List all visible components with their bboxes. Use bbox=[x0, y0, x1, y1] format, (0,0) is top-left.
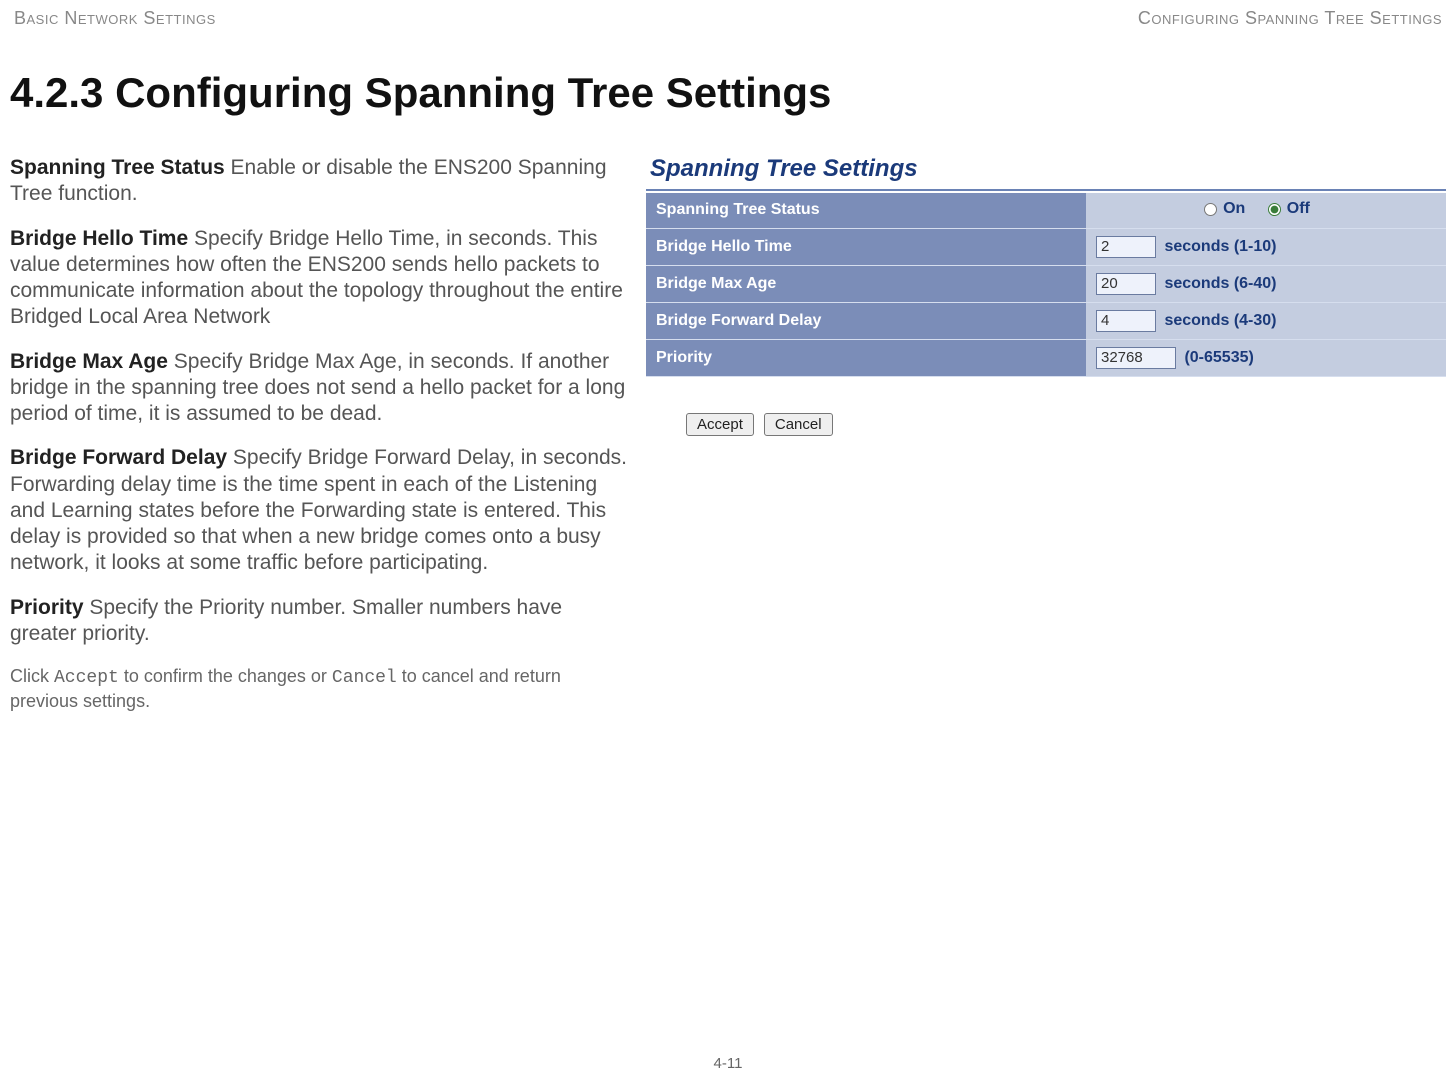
unit-priority: (0-65535) bbox=[1184, 349, 1253, 366]
footer-note-cancel: Cancel bbox=[332, 668, 397, 688]
accept-button[interactable]: Accept bbox=[686, 413, 754, 436]
row-priority: Priority (0-65535) bbox=[646, 339, 1446, 376]
label-priority: Priority bbox=[646, 339, 1086, 376]
label-maxage: Bridge Max Age bbox=[646, 265, 1086, 302]
radio-off-wrap[interactable]: Off bbox=[1268, 200, 1310, 218]
desc-priority: Specify the Priority number. Smaller num… bbox=[10, 596, 562, 645]
header-right: Configuring Spanning Tree Settings bbox=[1138, 8, 1442, 29]
footer-note-accept: Accept bbox=[54, 668, 119, 688]
radio-on-label: On bbox=[1223, 200, 1245, 218]
label-fwd: Bridge Forward Delay bbox=[646, 302, 1086, 339]
label-hello: Bridge Hello Time bbox=[646, 228, 1086, 265]
header-left: Basic Network Settings bbox=[14, 8, 216, 29]
term-priority: Priority bbox=[10, 596, 84, 619]
row-hello: Bridge Hello Time seconds (1-10) bbox=[646, 228, 1446, 265]
row-fwd: Bridge Forward Delay seconds (4-30) bbox=[646, 302, 1446, 339]
input-hello[interactable] bbox=[1096, 236, 1156, 258]
cancel-button[interactable]: Cancel bbox=[764, 413, 833, 436]
page-number: 4-11 bbox=[0, 1055, 1456, 1072]
input-fwd[interactable] bbox=[1096, 310, 1156, 332]
description-column: Spanning Tree Status Enable or disable t… bbox=[10, 155, 628, 714]
settings-panel: Spanning Tree Settings Spanning Tree Sta… bbox=[646, 155, 1446, 714]
settings-table: Spanning Tree Status On Off Bridge Hello… bbox=[646, 193, 1446, 377]
term-fwd: Bridge Forward Delay bbox=[10, 446, 227, 469]
footer-note-pre: Click bbox=[10, 666, 54, 686]
unit-maxage: seconds (6-40) bbox=[1164, 275, 1276, 292]
term-status: Spanning Tree Status bbox=[10, 156, 225, 179]
footer-note: Click Accept to confirm the changes or C… bbox=[10, 665, 628, 714]
row-status: Spanning Tree Status On Off bbox=[646, 193, 1446, 228]
unit-fwd: seconds (4-30) bbox=[1164, 312, 1276, 329]
radio-on[interactable] bbox=[1204, 203, 1217, 216]
panel-title: Spanning Tree Settings bbox=[646, 155, 1446, 191]
term-hello: Bridge Hello Time bbox=[10, 227, 188, 250]
label-status: Spanning Tree Status bbox=[646, 193, 1086, 228]
radio-off[interactable] bbox=[1268, 203, 1281, 216]
input-priority[interactable] bbox=[1096, 347, 1176, 369]
radio-off-label: Off bbox=[1287, 200, 1310, 218]
row-maxage: Bridge Max Age seconds (6-40) bbox=[646, 265, 1446, 302]
term-maxage: Bridge Max Age bbox=[10, 350, 168, 373]
footer-note-mid: to confirm the changes or bbox=[119, 666, 332, 686]
radio-on-wrap[interactable]: On bbox=[1204, 200, 1245, 218]
section-title: 4.2.3 Configuring Spanning Tree Settings bbox=[10, 69, 1446, 117]
input-maxage[interactable] bbox=[1096, 273, 1156, 295]
unit-hello: seconds (1-10) bbox=[1164, 238, 1276, 255]
